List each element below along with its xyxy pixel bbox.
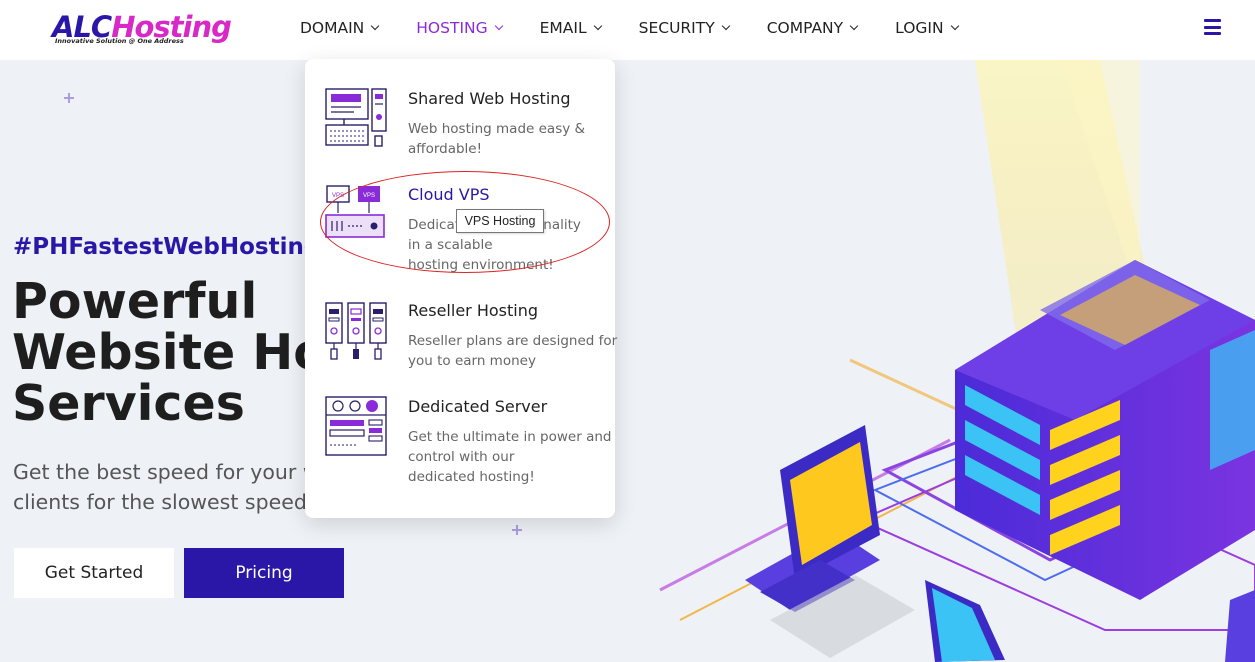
hero-subtitle-line: Get the best speed for your w bbox=[13, 460, 320, 484]
hero-title-line: Services bbox=[12, 375, 245, 432]
hero-subtitle: Get the best speed for your w clients fo… bbox=[13, 457, 326, 517]
reseller-hosting-icon bbox=[325, 302, 387, 360]
menu-item-description: Web hosting made easy & affordable! bbox=[408, 121, 586, 157]
svg-text:VPS: VPS bbox=[332, 193, 344, 199]
dedicated-server-icon bbox=[325, 396, 387, 456]
hero-title-line: Website Ho bbox=[12, 324, 327, 381]
menu-item-description: Get the ultimate in power and control wi… bbox=[408, 429, 612, 485]
server-isometric-illustration bbox=[620, 60, 1255, 662]
cloud-vps-icon: VPS VPS bbox=[325, 185, 385, 238]
chevron-down-icon bbox=[721, 21, 730, 31]
chevron-down-icon bbox=[593, 21, 602, 31]
hosting-dropdown-menu: Shared Web Hosting Web hosting made easy… bbox=[305, 59, 618, 518]
plus-decoration-icon bbox=[64, 93, 74, 103]
get-started-button[interactable]: Get Started bbox=[14, 548, 174, 598]
hero-hashtag: #PHFastestWebHosting bbox=[13, 234, 321, 260]
hero-title-line: Powerful bbox=[12, 273, 258, 330]
svg-text:VPS: VPS bbox=[363, 193, 375, 199]
menu-item-cloud-vps[interactable]: VPS VPS Cloud VPS Dedicat nctionality in … bbox=[305, 183, 615, 293]
nav-hosting[interactable]: HOSTING bbox=[416, 19, 503, 37]
hamburger-icon[interactable] bbox=[1204, 19, 1221, 35]
nav-email[interactable]: EMAIL bbox=[540, 19, 602, 37]
menu-item-shared-hosting[interactable]: Shared Web Hosting Web hosting made easy… bbox=[305, 87, 615, 187]
nav-domain[interactable]: DOMAIN bbox=[300, 19, 380, 37]
menu-item-title: Cloud VPS bbox=[408, 185, 490, 204]
site-header: ALCHosting Innovative Solution @ One Add… bbox=[0, 0, 1255, 60]
chevron-down-icon bbox=[849, 21, 859, 31]
chevron-down-icon bbox=[494, 21, 503, 31]
menu-item-title: Reseller Hosting bbox=[408, 301, 538, 320]
tooltip: VPS Hosting bbox=[456, 209, 544, 233]
main-nav: DOMAIN HOSTING EMAIL SECURITY COMPANY LO… bbox=[300, 0, 996, 56]
menu-item-reseller-hosting[interactable]: Reseller Hosting Reseller plans are desi… bbox=[305, 299, 618, 399]
hero-title: Powerful Website Ho Services bbox=[12, 276, 327, 429]
alchosting-logo[interactable]: ALCHosting Innovative Solution @ One Add… bbox=[52, 10, 232, 48]
chevron-down-icon bbox=[371, 21, 380, 31]
hero-subtitle-line: clients for the slowest speed o bbox=[13, 490, 326, 514]
plus-decoration-icon bbox=[512, 525, 522, 535]
menu-item-title: Shared Web Hosting bbox=[408, 89, 571, 108]
nav-security[interactable]: SECURITY bbox=[639, 19, 730, 37]
pricing-button[interactable]: Pricing bbox=[184, 548, 344, 598]
chevron-down-icon bbox=[950, 21, 959, 31]
logo-tagline: Innovative Solution @ One Address bbox=[55, 37, 184, 45]
menu-item-dedicated-server[interactable]: Dedicated Server Get the ultimate in pow… bbox=[305, 395, 615, 505]
menu-item-title: Dedicated Server bbox=[408, 397, 548, 416]
nav-company[interactable]: COMPANY bbox=[767, 19, 859, 37]
menu-item-description: Reseller plans are designed for you to e… bbox=[408, 333, 618, 369]
shared-hosting-icon bbox=[325, 88, 387, 147]
nav-login[interactable]: LOGIN bbox=[895, 19, 959, 37]
